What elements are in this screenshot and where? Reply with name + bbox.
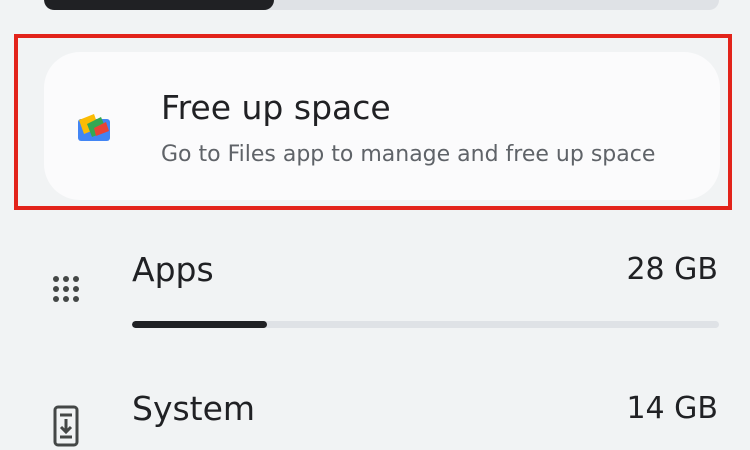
system-label[interactable]: System [132, 389, 255, 429]
system-storage-value: 14 GB [626, 391, 718, 426]
apps-storage-value: 28 GB [626, 252, 718, 287]
free-up-space-subtitle: Go to Files app to manage and free up sp… [161, 142, 656, 167]
total-storage-bar-fill [44, 0, 274, 10]
apps-grid-icon [53, 276, 79, 302]
apps-storage-bar-fill [132, 321, 267, 328]
apps-storage-bar [132, 321, 719, 328]
apps-label[interactable]: Apps [132, 250, 214, 290]
system-update-icon [53, 405, 79, 447]
total-storage-bar [44, 0, 719, 10]
free-up-space-title: Free up space [161, 88, 391, 127]
files-app-icon [78, 114, 110, 141]
